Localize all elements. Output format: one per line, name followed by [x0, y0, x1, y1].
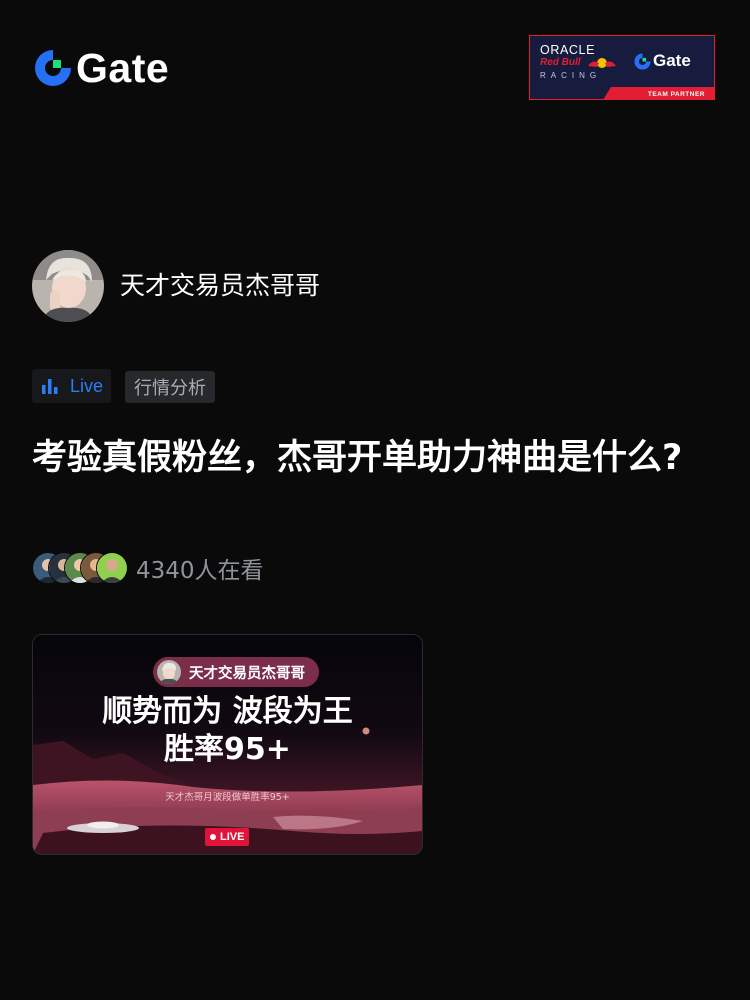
live-badge-text: LIVE: [220, 831, 245, 843]
partner-gate-logo: Gate: [634, 51, 691, 71]
live-host-name: 天才交易员杰哥哥: [189, 665, 305, 682]
live-tag-label: Live: [70, 375, 104, 396]
red-bull-icon: [588, 58, 616, 68]
live-host-pill: 天才交易员杰哥哥: [153, 657, 319, 687]
partner-line-racing: RACING: [540, 71, 602, 80]
partner-gate-text: Gate: [653, 51, 691, 70]
live-badge: LIVE: [205, 828, 250, 846]
category-tag[interactable]: 行情分析: [125, 371, 215, 403]
partner-line-redbull: Red Bull: [540, 57, 581, 68]
author-name[interactable]: 天才交易员杰哥哥: [120, 268, 320, 304]
author-avatar[interactable]: [32, 250, 104, 322]
live-cover-headline-line2: 胜率95+: [164, 732, 291, 767]
viewer-avatar-stack: [32, 552, 128, 584]
live-cover-headline: 顺势而为 波段为王 胜率95+: [33, 693, 422, 769]
live-stream-card[interactable]: 天才交易员杰哥哥 顺势而为 波段为王 胜率95+ 天才杰哥月波段做单胜率95+ …: [32, 634, 423, 855]
live-cover-subtext: 天才杰哥月波段做单胜率95+: [165, 792, 290, 803]
post-title: 考验真假粉丝，杰哥开单助力神曲是什么?: [32, 438, 683, 478]
gate-logo-icon: [634, 52, 651, 70]
host-avatar: [157, 660, 181, 684]
live-tag[interactable]: Live: [32, 369, 112, 403]
team-partner-badge[interactable]: ORACLE Red Bull RACING Gate TEAM PARTNER: [529, 35, 715, 100]
viewer-count: 4340人在看: [136, 558, 264, 584]
bar-chart-icon: [42, 379, 58, 394]
live-dot-icon: [210, 834, 216, 840]
gate-logo-text: Gate: [76, 45, 170, 91]
viewer-avatar: [96, 552, 128, 584]
gate-logo-icon: [35, 50, 71, 86]
partner-line-oracle: ORACLE: [540, 43, 596, 57]
gate-logo[interactable]: Gate: [34, 45, 170, 91]
partner-footer-text: TEAM PARTNER: [647, 91, 705, 98]
live-cover-headline-line1: 顺势而为 波段为王: [102, 694, 353, 729]
viewer-row: 4340人在看: [32, 551, 264, 585]
